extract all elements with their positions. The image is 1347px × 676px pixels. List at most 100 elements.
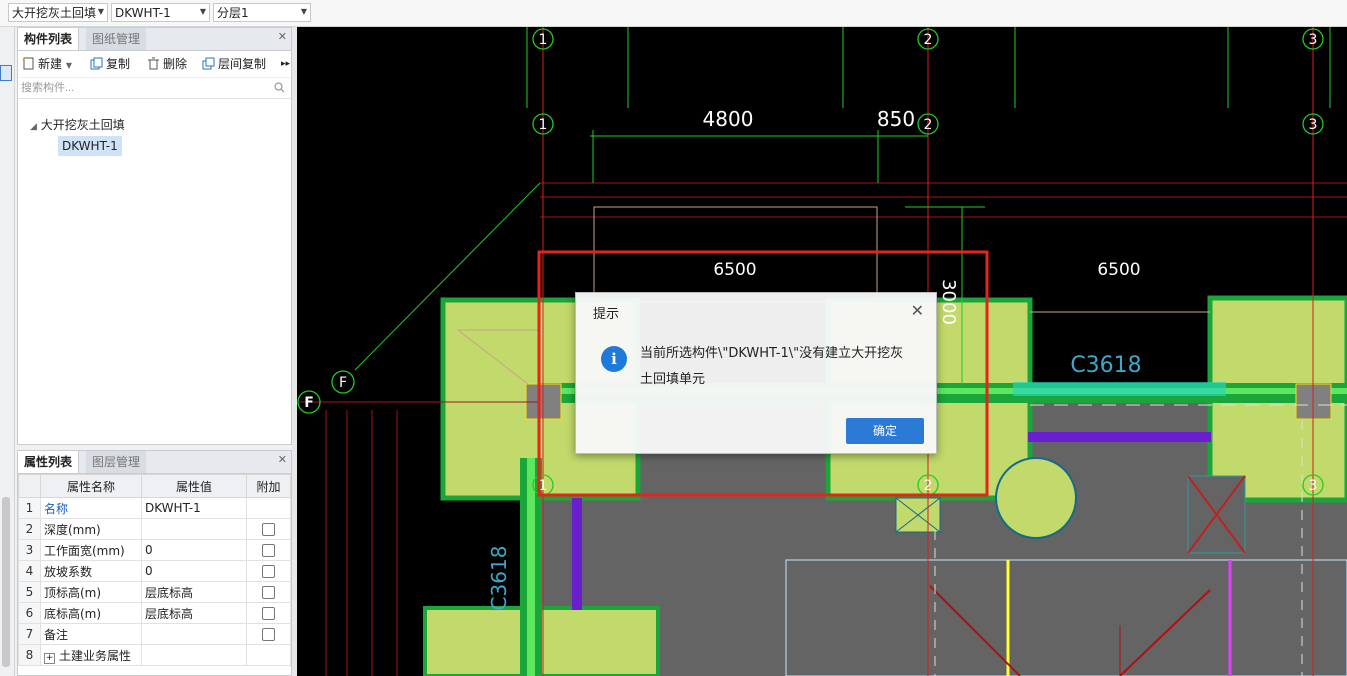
row-index: 2 xyxy=(18,518,41,540)
floor-copy-button[interactable]: 层间复制 xyxy=(202,55,266,73)
addon-cell xyxy=(246,602,291,624)
row-index: 1 xyxy=(18,497,41,519)
addon-cell xyxy=(246,644,291,666)
window-label: C3618 xyxy=(1070,353,1141,378)
table-row[interactable]: 3 工作面宽(mm) 0 xyxy=(18,539,291,561)
addon-checkbox[interactable] xyxy=(262,607,275,620)
window-c3618 xyxy=(1013,382,1226,396)
more-tools-icon[interactable]: ▸▸ xyxy=(281,55,290,73)
property-value[interactable]: 0 xyxy=(141,560,247,582)
property-name: 名称 xyxy=(40,497,142,519)
property-name: 工作面宽(mm) xyxy=(40,539,142,561)
scrollbar[interactable] xyxy=(2,497,10,667)
ok-button[interactable]: 确定 xyxy=(846,418,924,444)
component-search xyxy=(18,78,291,99)
column-header: 属性值 xyxy=(141,474,247,498)
axis-label-2: 2 xyxy=(924,32,933,48)
property-value[interactable]: 层底标高 xyxy=(141,581,247,603)
table-row[interactable]: 6 底标高(m) 层底标高 xyxy=(18,602,291,624)
column-header: 附加 xyxy=(246,474,291,498)
component-type-dropdown[interactable]: 大开挖灰土回填 ▼ xyxy=(8,3,108,22)
table-row[interactable]: 1 名称 DKWHT-1 xyxy=(18,497,291,519)
tab-component-list[interactable]: 构件列表 xyxy=(18,28,80,50)
property-panel-tabs: 属性列表 图层管理 ✕ xyxy=(18,451,291,474)
top-toolbar: 大开挖灰土回填 ▼ DKWHT-1 ▼ 分层1 ▼ xyxy=(0,0,1347,27)
addon-cell xyxy=(246,581,291,603)
addon-cell xyxy=(246,539,291,561)
addon-checkbox[interactable] xyxy=(262,565,275,578)
dialog-message: 当前所选构件\"DKWHT-1\"没有建立大开挖灰土回填单元 xyxy=(640,346,904,387)
property-value[interactable] xyxy=(141,623,247,645)
component-list-panel: 构件列表 图纸管理 ✕ 新建 ▼ 复制 删除 层间复制 ▸▸ ◢ 大开挖灰土回填… xyxy=(17,27,292,445)
new-button[interactable]: 新建 ▼ xyxy=(22,55,72,73)
addon-cell xyxy=(246,497,291,519)
new-file-icon xyxy=(22,57,34,70)
layer-value: 分层1 xyxy=(217,6,249,20)
property-value[interactable] xyxy=(141,644,247,666)
close-icon[interactable]: ✕ xyxy=(911,301,924,320)
property-value[interactable] xyxy=(141,518,247,540)
delete-label: 删除 xyxy=(163,57,188,71)
table-header-row: 属性名称 属性值 附加 xyxy=(18,474,291,498)
axis-label-1: 1 xyxy=(539,32,548,48)
dock-icon[interactable] xyxy=(0,65,12,81)
addon-checkbox[interactable] xyxy=(262,628,275,641)
property-value[interactable]: DKWHT-1 xyxy=(141,497,247,519)
delete-button[interactable]: 删除 xyxy=(147,55,187,73)
addon-checkbox[interactable] xyxy=(262,586,275,599)
property-value[interactable]: 0 xyxy=(141,539,247,561)
trash-icon xyxy=(148,57,159,70)
axis-label-f: F xyxy=(339,375,347,391)
dimension-text: 850 xyxy=(877,107,915,131)
table-row[interactable]: 7 备注 xyxy=(18,623,291,645)
wall-window xyxy=(527,458,535,676)
tab-drawing-management[interactable]: 图纸管理 xyxy=(86,28,147,50)
prompt-dialog: 提示 ✕ i 当前所选构件\"DKWHT-1\"没有建立大开挖灰土回填单元 确定 xyxy=(575,292,937,454)
floor-copy-label: 层间复制 xyxy=(218,57,267,71)
component-value: DKWHT-1 xyxy=(115,6,171,20)
dialog-title: 提示 xyxy=(593,307,620,322)
chevron-down-icon: ▼ xyxy=(97,7,104,16)
dimension-text: 4800 xyxy=(703,107,754,131)
property-value[interactable]: 层底标高 xyxy=(141,602,247,624)
layer-dropdown[interactable]: 分层1 ▼ xyxy=(213,3,311,22)
addon-checkbox[interactable] xyxy=(262,544,275,557)
component-toolbar: 新建 ▼ 复制 删除 层间复制 ▸▸ xyxy=(18,51,291,78)
addon-cell xyxy=(246,560,291,582)
axis-label-3: 3 xyxy=(1309,32,1318,48)
copy-icon xyxy=(90,57,103,70)
close-icon[interactable]: ✕ xyxy=(278,453,287,466)
tree-root-node[interactable]: ◢ 大开挖灰土回填 xyxy=(30,116,125,133)
property-name: 备注 xyxy=(40,623,142,645)
property-name-group: + 土建业务属性 xyxy=(40,644,142,666)
slope-outline xyxy=(593,206,878,303)
component-panel-tabs: 构件列表 图纸管理 ✕ xyxy=(18,28,291,51)
table-row[interactable]: 4 放坡系数 0 xyxy=(18,560,291,582)
addon-cell xyxy=(246,518,291,540)
row-index: 8 xyxy=(18,644,41,666)
tab-layer-management[interactable]: 图层管理 xyxy=(86,451,147,473)
new-label: 新建 xyxy=(38,57,63,71)
close-icon[interactable]: ✕ xyxy=(278,30,287,43)
component-dropdown[interactable]: DKWHT-1 ▼ xyxy=(111,3,210,22)
collapse-icon[interactable]: ◢ xyxy=(30,122,37,132)
dimension-text: 6500 xyxy=(1097,260,1140,280)
property-name: 放坡系数 xyxy=(40,560,142,582)
table-row[interactable]: 2 深度(mm) xyxy=(18,518,291,540)
tab-property-list[interactable]: 属性列表 xyxy=(18,451,80,473)
copy-button[interactable]: 复制 xyxy=(90,55,130,73)
search-input[interactable] xyxy=(18,78,263,98)
window-label: C3618 xyxy=(487,546,511,611)
addon-checkbox[interactable] xyxy=(262,523,275,536)
dimension-text: 3000 xyxy=(938,279,959,325)
expand-icon[interactable]: + xyxy=(44,652,55,664)
row-index: 4 xyxy=(18,560,41,582)
row-index: 7 xyxy=(18,623,41,645)
axis-label-3: 3 xyxy=(1309,478,1318,494)
table-row[interactable]: 8 + 土建业务属性 xyxy=(18,644,291,666)
beam xyxy=(572,498,582,610)
table-row[interactable]: 5 顶标高(m) 层底标高 xyxy=(18,581,291,603)
round-column xyxy=(995,457,1077,539)
tree-item-dkwht-1[interactable]: DKWHT-1 xyxy=(58,136,122,156)
search-icon[interactable] xyxy=(274,82,285,93)
